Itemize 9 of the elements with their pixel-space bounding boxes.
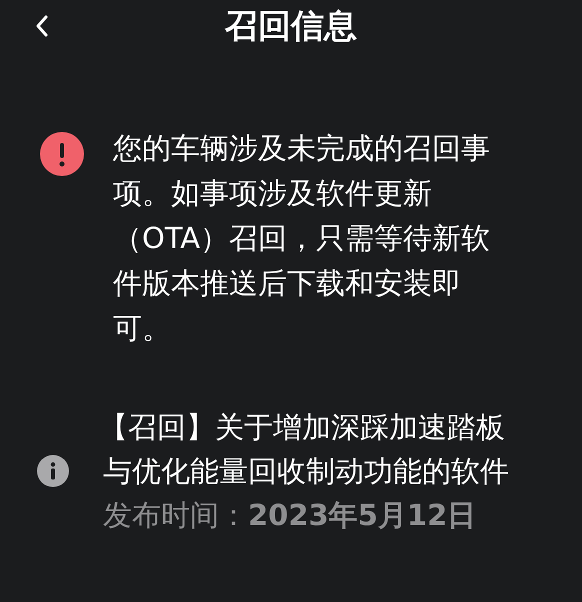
date-label: 发布时间： [103,498,248,532]
page-title: 召回信息 [225,4,357,46]
release-date: 2023年5月12日 [248,498,476,532]
info-icon[interactable] [37,455,69,487]
recall-title[interactable]: 【召回】关于增加深踩加速踏板 [99,405,509,449]
warning-icon [40,132,84,176]
recall-title[interactable]: 与优化能量回收制动功能的软件 [103,449,509,493]
back-icon[interactable] [35,14,49,38]
recall-notice-text: 您的车辆涉及未完成的召回事项。如事项涉及软件更新（OTA）召回，只需等待新软件版本推送后下载和安装即可。 [113,130,492,347]
